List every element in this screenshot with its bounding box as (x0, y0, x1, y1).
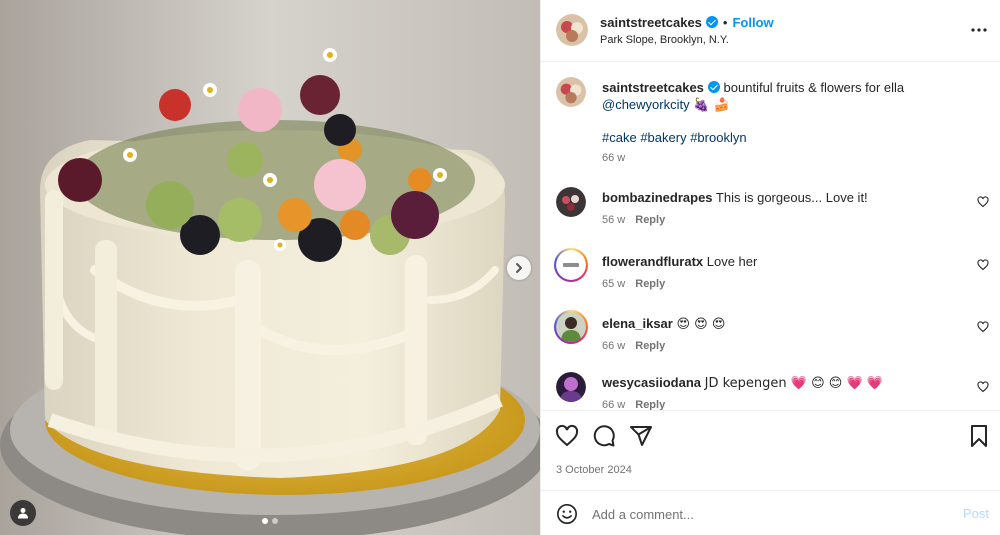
verified-badge-icon (705, 16, 718, 28)
comment-time[interactable]: 65 w (602, 278, 625, 290)
caption-emojis: 🍇 🍰 (693, 98, 730, 113)
add-comment-bar: Post (541, 490, 1000, 535)
post-header: saintstreetcakes • Follow Park Slope, Broo… (541, 0, 1000, 62)
comment-body: This is gorgeous... Love it! (715, 190, 868, 205)
reply-button[interactable]: Reply (635, 278, 665, 290)
comment-time[interactable]: 66 w (602, 399, 625, 410)
location-link[interactable]: Park Slope, Brooklyn, N.Y. (600, 34, 729, 46)
avatar-image (556, 187, 586, 217)
more-options-button[interactable] (969, 20, 989, 40)
comment-text: flowerandfluratx Love her (602, 253, 962, 270)
comment-username[interactable]: bombazinedrapes (602, 190, 713, 205)
emoji-picker-icon[interactable] (556, 503, 578, 525)
follow-button[interactable]: Follow (732, 15, 773, 30)
caption-username[interactable]: saintstreetcakes (602, 80, 704, 95)
commenter-avatar-story-ring[interactable] (554, 248, 588, 282)
reply-button[interactable]: Reply (635, 214, 665, 226)
avatar-image (556, 14, 588, 46)
like-comment-heart-icon[interactable] (977, 196, 989, 208)
hashtag-link[interactable]: #bakery (640, 130, 686, 145)
like-comment-heart-icon[interactable] (977, 381, 989, 393)
comment-row: flowerandfluratx Love her 65 w Reply (541, 248, 1000, 298)
hashtag-link[interactable]: #brooklyn (690, 130, 746, 145)
share-icon[interactable] (629, 424, 653, 448)
post-media[interactable] (0, 0, 540, 535)
reply-button[interactable]: Reply (635, 340, 665, 352)
cake-photo (0, 0, 540, 535)
carousel-dot (272, 518, 278, 524)
separator-dot: • (722, 15, 728, 30)
comment-row: wesycasiiodana JD kepengen 💗 😊 😊 💗 💗 66 … (541, 372, 1000, 410)
comment-time[interactable]: 56 w (602, 214, 625, 226)
comment-meta: 56 w Reply (602, 214, 665, 226)
comment-body: 😍 😍 😍 (676, 317, 726, 332)
post-comment-button[interactable]: Post (963, 506, 989, 521)
reply-button[interactable]: Reply (635, 399, 665, 410)
comment-text: bombazinedrapes This is gorgeous... Love… (602, 189, 962, 206)
heart-icon[interactable] (555, 424, 579, 448)
mention-link[interactable]: @chewyorkcity (602, 97, 690, 112)
author-username[interactable]: saintstreetcakes (600, 15, 702, 30)
comment-row: elena_iksar 😍 😍 😍 66 w Reply (541, 310, 1000, 360)
comment-username[interactable]: elena_iksar (602, 316, 673, 331)
caption-time[interactable]: 66 w (602, 152, 625, 164)
bookmark-icon[interactable] (967, 424, 991, 448)
hashtag-link[interactable]: #cake (602, 130, 637, 145)
author-line: saintstreetcakes • Follow (600, 15, 774, 30)
commenter-avatar[interactable] (556, 372, 586, 402)
post-actions: 3 October 2024 (541, 410, 1000, 490)
comment-text: elena_iksar 😍 😍 😍 (602, 315, 962, 333)
like-comment-heart-icon[interactable] (977, 321, 989, 333)
comment-body: Love her (706, 254, 758, 269)
comment-time[interactable]: 66 w (602, 340, 625, 352)
commenter-avatar[interactable] (556, 187, 586, 217)
comment-body: JD kepengen 💗 😊 😊 💗 💗 (704, 376, 883, 391)
comment-input[interactable] (592, 502, 952, 526)
carousel-indicator (0, 518, 540, 524)
next-photo-button[interactable] (507, 256, 531, 280)
caption-avatar[interactable] (556, 77, 586, 107)
hashtags: #cake #bakery #brooklyn (602, 129, 962, 146)
like-comment-heart-icon[interactable] (977, 259, 989, 271)
post-side-panel: saintstreetcakes • Follow Park Slope, Broo… (540, 0, 1000, 535)
verified-badge-icon (707, 81, 720, 93)
comment-meta: 65 w Reply (602, 278, 665, 290)
avatar-image (556, 77, 586, 107)
avatar-image (556, 250, 586, 280)
caption-body: bountiful fruits & flowers for ella (723, 80, 905, 95)
post-dialog: saintstreetcakes • Follow Park Slope, Broo… (0, 0, 1000, 535)
comment-text: wesycasiiodana JD kepengen 💗 😊 😊 💗 💗 (602, 374, 962, 392)
comment-meta: 66 w Reply (602, 399, 665, 410)
post-date[interactable]: 3 October 2024 (556, 464, 632, 476)
avatar-image (556, 372, 586, 402)
comment-username[interactable]: wesycasiiodana (602, 375, 701, 390)
avatar-image (556, 312, 586, 342)
caption: saintstreetcakes bountiful fruits & flow… (541, 77, 1000, 177)
chevron-right-icon (516, 263, 522, 273)
comment-meta: 66 w Reply (602, 340, 665, 352)
more-icon (971, 28, 987, 32)
carousel-dot (262, 518, 268, 524)
caption-text: saintstreetcakes bountiful fruits & flow… (602, 79, 962, 114)
comment-row: bombazinedrapes This is gorgeous... Love… (541, 187, 1000, 237)
commenter-avatar-story-ring[interactable] (554, 310, 588, 344)
comment-icon[interactable] (592, 424, 616, 448)
comment-username[interactable]: flowerandfluratx (602, 254, 703, 269)
comments-list[interactable]: saintstreetcakes bountiful fruits & flow… (541, 63, 1000, 410)
author-avatar[interactable] (556, 14, 588, 46)
